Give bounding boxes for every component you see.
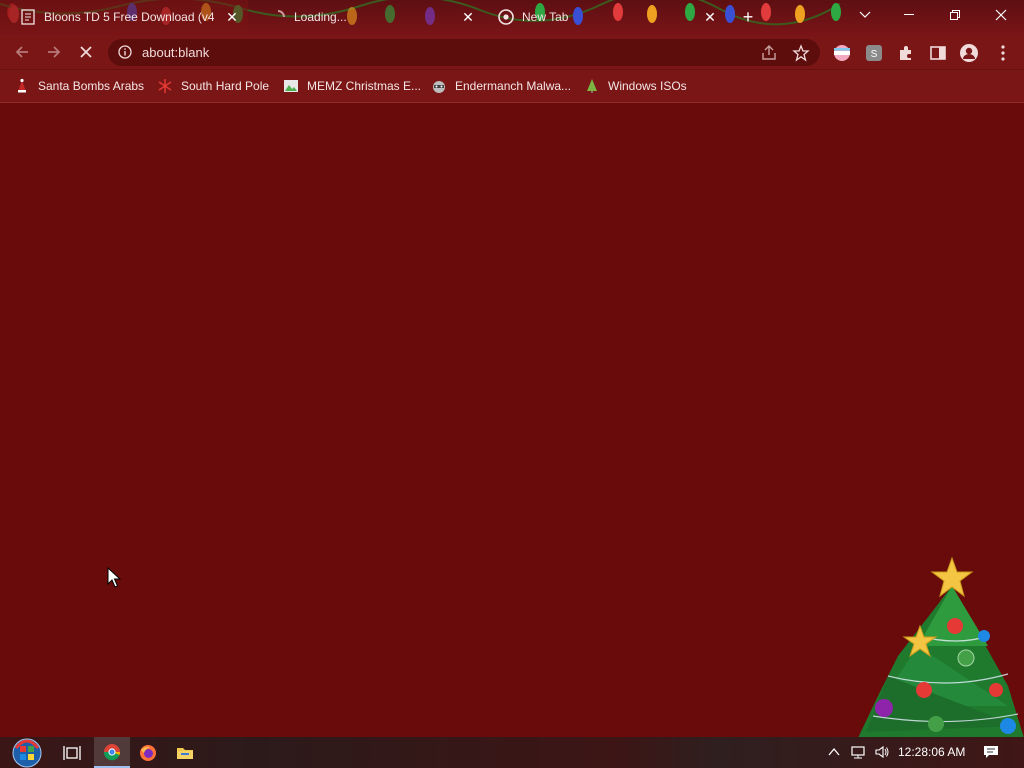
flag-extension-icon[interactable]: [832, 43, 852, 63]
more-menu-icon[interactable]: [993, 43, 1013, 63]
close-tab-icon[interactable]: ✕: [224, 9, 240, 25]
arrow-left-icon: [15, 46, 28, 58]
santa-icon: [18, 78, 26, 93]
forward-button[interactable]: [42, 40, 66, 64]
close-tab-icon[interactable]: ✕: [460, 9, 476, 25]
puzzle-icon[interactable]: [896, 43, 916, 63]
windows-orb-icon: [12, 738, 42, 767]
bookmark-santa-bombs-arabs[interactable]: Santa Bombs Arabs: [14, 76, 144, 96]
mouse-cursor-icon: [107, 567, 121, 588]
image-icon: [284, 80, 298, 92]
tab-bloons[interactable]: Bloons TD 5 Free Download (v4.0 ✕: [0, 0, 248, 34]
restore-button[interactable]: [932, 0, 978, 30]
bookmark-memz-christmas[interactable]: MEMZ Christmas E...: [283, 76, 421, 96]
tab-title: Loading...: [294, 10, 347, 24]
task-view-icon: [63, 745, 81, 760]
bookmark-label: Windows ISOs: [608, 79, 687, 93]
chevron-down-icon: [859, 11, 871, 18]
taskbar-file-explorer[interactable]: [168, 737, 202, 768]
network-icon[interactable]: [850, 744, 866, 760]
stop-loading-button[interactable]: [74, 40, 98, 64]
bookmark-windows-isos[interactable]: Windows ISOs: [584, 76, 687, 96]
document-icon: [21, 9, 35, 25]
bookmarks-bar: Santa Bombs Arabs South Hard Pole MEMZ C…: [0, 70, 1024, 103]
info-icon[interactable]: [118, 45, 132, 59]
close-icon: [995, 9, 1007, 21]
s-extension-icon[interactable]: S: [864, 43, 884, 63]
notifications-icon[interactable]: [983, 744, 999, 760]
clock-time[interactable]: 12:28:06 AM: [898, 745, 965, 759]
show-hidden-icons-chevron-up-icon[interactable]: [826, 744, 842, 760]
raccoon-icon: [433, 81, 445, 93]
star-icon[interactable]: [792, 44, 810, 62]
minimize-button[interactable]: [886, 0, 932, 30]
bookmark-south-hard-pole[interactable]: South Hard Pole: [157, 76, 269, 96]
bookmark-endermanch-malware[interactable]: Endermanch Malwa...: [431, 76, 571, 96]
bookmark-label: Santa Bombs Arabs: [38, 79, 145, 93]
chrome-icon: [498, 9, 514, 25]
bookmark-label: MEMZ Christmas E...: [307, 79, 422, 93]
side-panel-icon[interactable]: [928, 43, 948, 63]
address-bar[interactable]: about:blank: [108, 39, 820, 66]
profile-icon[interactable]: [959, 43, 979, 63]
taskbar-firefox[interactable]: [132, 737, 164, 768]
tree-icon: [587, 79, 597, 93]
start-button[interactable]: [6, 737, 48, 768]
taskbar-chrome[interactable]: [94, 737, 130, 768]
christmas-tree-decoration: [858, 556, 1024, 738]
back-button[interactable]: [10, 40, 34, 64]
bookmark-label: South Hard Pole: [181, 79, 270, 93]
tab-strip: Bloons TD 5 Free Download (v4.0 ✕ Loadin…: [0, 0, 1024, 35]
bookmark-label: Endermanch Malwa...: [455, 79, 572, 93]
taskbar: 12:28:06 AM: [0, 737, 1024, 768]
folder-icon: [177, 747, 193, 759]
share-icon[interactable]: [760, 44, 778, 62]
tab-title: New Tab: [522, 10, 569, 24]
tab-search-button[interactable]: [842, 0, 888, 30]
close-icon: [80, 46, 92, 58]
svg-text:S: S: [871, 49, 878, 60]
new-tab-button[interactable]: +: [738, 7, 758, 27]
firefox-icon: [140, 744, 156, 761]
snowflake-icon: [158, 79, 172, 93]
loading-spinner-icon: [277, 10, 285, 18]
arrow-right-icon: [48, 46, 61, 58]
close-window-button[interactable]: [978, 0, 1024, 30]
chrome-icon: [103, 743, 121, 760]
task-view-button[interactable]: [56, 737, 88, 768]
tab-loading[interactable]: Loading... ✕: [250, 0, 488, 34]
tab-new-tab[interactable]: New Tab ✕: [490, 0, 728, 34]
tab-title: Bloons TD 5 Free Download (v4.0: [44, 10, 214, 24]
url-text: about:blank: [142, 45, 210, 60]
restore-icon: [950, 10, 960, 20]
volume-icon[interactable]: [874, 744, 890, 760]
close-tab-icon[interactable]: ✕: [702, 9, 718, 25]
minimize-icon: [904, 14, 914, 15]
